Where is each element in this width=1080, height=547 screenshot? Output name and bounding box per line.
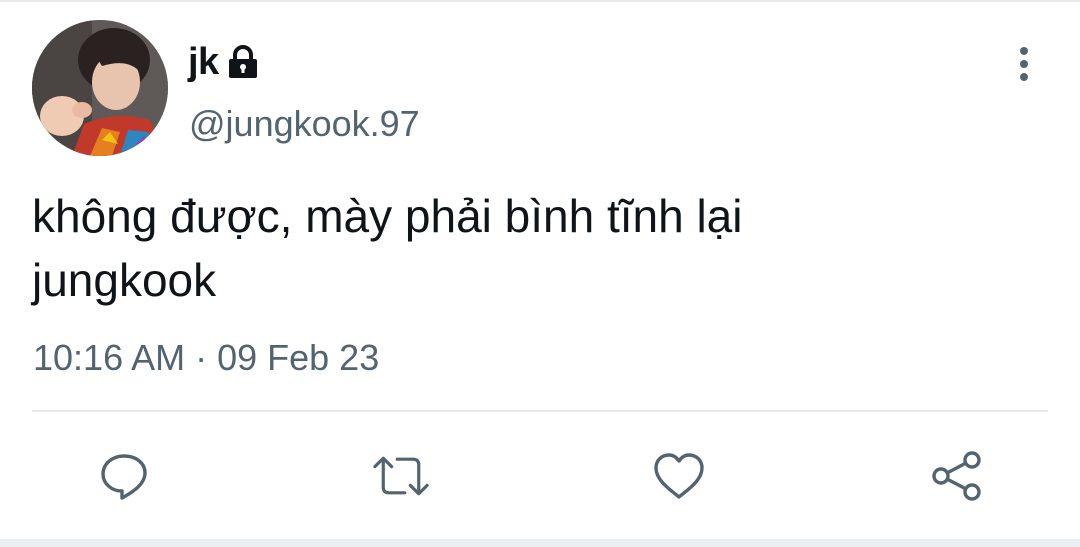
share-button[interactable] bbox=[929, 448, 985, 504]
tweet-timestamp[interactable]: 10:16 AM · 09 Feb 23 bbox=[33, 336, 379, 379]
avatar-image bbox=[32, 20, 168, 156]
tweet-text-line: không được, mày phải bình tĩnh lại bbox=[32, 190, 743, 242]
tweet-text: không được, mày phải bình tĩnh lại jungk… bbox=[32, 184, 1032, 312]
reply-icon bbox=[101, 454, 147, 500]
lock-icon bbox=[227, 45, 259, 79]
share-icon bbox=[932, 451, 981, 501]
retweet-icon bbox=[373, 456, 429, 496]
display-name: jk bbox=[188, 41, 219, 83]
user-handle[interactable]: @jungkook.97 bbox=[189, 102, 420, 145]
bottom-border bbox=[0, 539, 1080, 547]
retweet-button[interactable] bbox=[373, 448, 429, 504]
more-vertical-icon bbox=[1020, 47, 1028, 81]
heart-icon bbox=[654, 453, 704, 499]
divider bbox=[32, 410, 1048, 412]
tweet-text-line: jungkook bbox=[32, 254, 217, 306]
avatar[interactable] bbox=[32, 20, 168, 156]
more-options-button[interactable] bbox=[1004, 42, 1044, 86]
top-border bbox=[0, 0, 1080, 2]
display-name-row[interactable]: jk bbox=[188, 36, 259, 88]
reply-button[interactable] bbox=[96, 448, 152, 504]
like-button[interactable] bbox=[651, 448, 707, 504]
